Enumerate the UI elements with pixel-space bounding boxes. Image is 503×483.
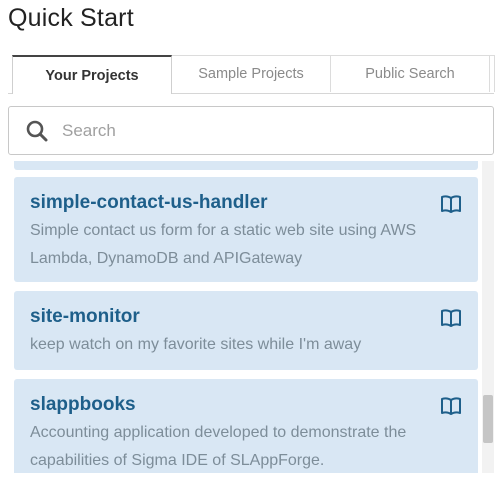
tab-overflow[interactable]: [489, 55, 495, 92]
tab-your-projects[interactable]: Your Projects: [12, 55, 172, 94]
list-scrollbar[interactable]: [482, 161, 494, 473]
list-item[interactable]: simple-contact-us-handler Simple contact…: [14, 177, 478, 282]
quick-start-panel: Quick Start Your Projects Sample Project…: [0, 0, 503, 483]
book-icon[interactable]: [440, 396, 462, 416]
project-name[interactable]: site-monitor: [30, 305, 462, 329]
list-item[interactable]: site-monitor keep watch on my favorite s…: [14, 291, 478, 370]
book-icon[interactable]: [440, 308, 462, 328]
tab-bar: Your Projects Sample Projects Public Sea…: [8, 55, 495, 94]
project-description: Accounting application developed to demo…: [30, 424, 407, 469]
list-item[interactable]: slappbooks Accounting application develo…: [14, 379, 478, 473]
tab-sample-projects[interactable]: Sample Projects: [171, 55, 331, 92]
tab-public-search[interactable]: Public Search: [330, 55, 490, 92]
page-title: Quick Start: [8, 4, 134, 32]
book-icon[interactable]: [440, 194, 462, 214]
project-description: Simple contact us form for a static web …: [30, 222, 417, 267]
search-box: [8, 106, 494, 155]
project-description: keep watch on my favorite sites while I'…: [30, 336, 362, 353]
scrollbar-thumb[interactable]: [483, 395, 493, 443]
project-name[interactable]: simple-contact-us-handler: [30, 191, 462, 215]
project-list: simple-contact-us-handler Simple contact…: [14, 161, 478, 473]
list-item-partial[interactable]: [14, 161, 478, 170]
search-icon: [24, 118, 50, 144]
search-input[interactable]: [60, 119, 464, 142]
project-name[interactable]: slappbooks: [30, 393, 462, 417]
